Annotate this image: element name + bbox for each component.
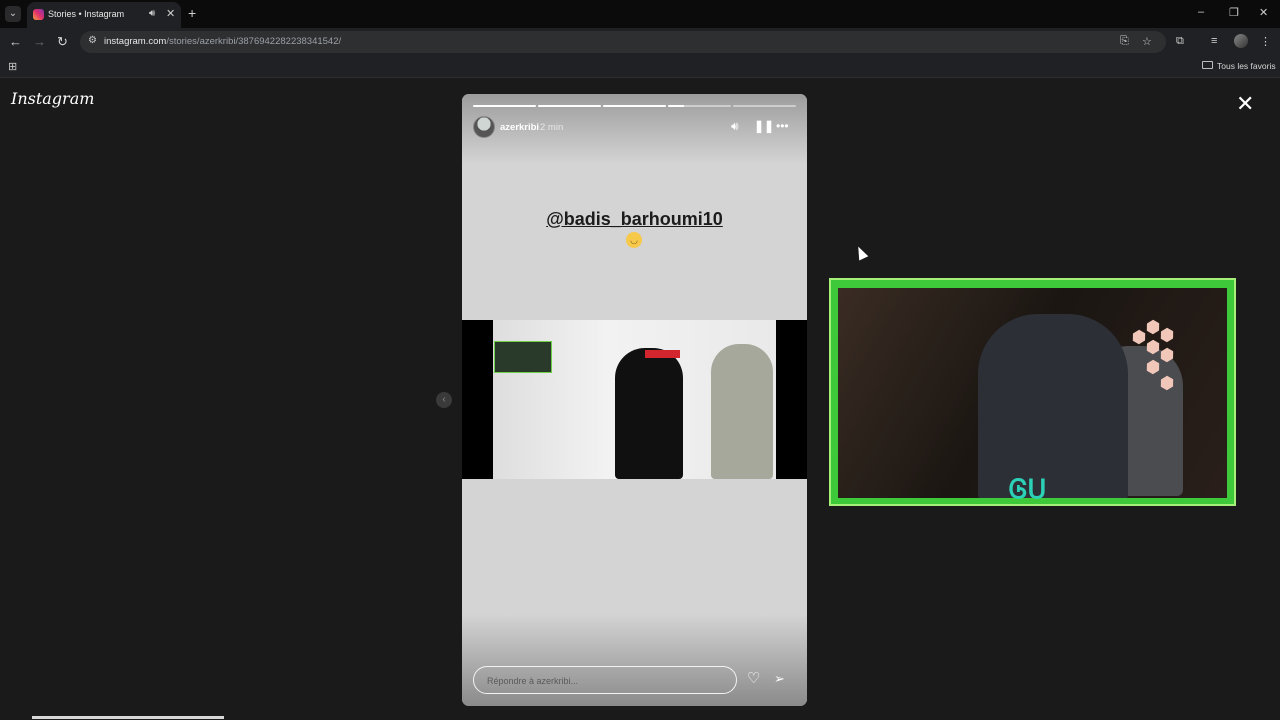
instagram-logo[interactable]: Instagram <box>11 89 94 108</box>
new-tab-button[interactable]: + <box>188 5 196 21</box>
instagram-favicon-icon <box>33 9 44 20</box>
hexagon-light <box>1157 325 1176 344</box>
address-bar[interactable]: ⚙ instagram.com/stories/azerkribi/387694… <box>80 31 1166 53</box>
send-icon[interactable]: ➢ <box>774 671 785 687</box>
previous-story-button[interactable]: ‹ <box>436 392 452 408</box>
more-icon[interactable]: ••• <box>776 118 789 134</box>
browser-toolbar: ← → ↻ ⚙ instagram.com/stories/azerkribi/… <box>0 28 1280 56</box>
scroll-indicator <box>32 716 224 719</box>
forward-arrow-icon[interactable]: → <box>33 34 46 50</box>
speaker-icon[interactable]: 🔊︎ <box>149 8 155 19</box>
progress-segment <box>603 105 666 107</box>
tab-title: Stories • Instagram <box>48 9 125 19</box>
window-close-button[interactable]: ✕ <box>1259 6 1268 19</box>
back-arrow-icon[interactable]: ← <box>9 34 22 50</box>
install-app-icon[interactable]: ⎘ <box>1120 35 1129 48</box>
progress-segment <box>473 105 536 107</box>
story-progress-bar <box>473 105 796 107</box>
heart-icon[interactable]: ♡ <box>747 671 760 687</box>
progress-segment <box>538 105 601 107</box>
blindfold <box>645 350 680 358</box>
reply-input[interactable]: Répondre à azerkribi... <box>473 666 737 694</box>
url-text: instagram.com/stories/azerkribi/38769422… <box>104 36 342 47</box>
site-info-icon[interactable]: ⚙ <box>88 35 97 46</box>
story-viewer[interactable]: azerkribi 2 min 🔊︎ ❚❚ ••• @badis_barhoum… <box>462 94 807 706</box>
hexagon-light <box>1143 317 1162 336</box>
webcam-thumbnail <box>494 341 552 373</box>
progress-fill <box>473 105 536 107</box>
tab-search-button[interactable]: ⌄ <box>5 6 21 22</box>
webcam-overlay: Ꮆᑌ <box>829 278 1236 506</box>
hexagon-light <box>1129 327 1148 346</box>
story-timestamp: 2 min <box>540 122 564 133</box>
reply-placeholder: Répondre à azerkribi... <box>487 676 579 686</box>
minimize-button[interactable]: – <box>1198 6 1204 18</box>
browser-menu-icon[interactable]: ⋮ <box>1260 35 1271 48</box>
streamer-image <box>978 314 1128 498</box>
extensions-icon[interactable]: ⧉ <box>1176 35 1184 48</box>
speaker-icon[interactable]: 🔊︎ <box>731 118 739 134</box>
close-stories-button[interactable]: ✕ <box>1236 92 1254 116</box>
avatar[interactable] <box>473 116 495 138</box>
folder-icon <box>1202 61 1213 69</box>
progress-segment <box>733 105 796 107</box>
story-video <box>462 320 807 479</box>
restore-button[interactable]: ❐ <box>1229 6 1239 19</box>
progress-fill <box>538 105 601 107</box>
progress-segment <box>668 105 731 107</box>
reload-icon[interactable]: ↻ <box>57 34 68 50</box>
browser-tab-bar: ⌄ Stories • Instagram 🔊︎ ✕ + – ❐ ✕ <box>0 0 1280 28</box>
pensive-emoji-icon: ◡ <box>626 232 642 248</box>
bookmark-star-icon[interactable]: ☆ <box>1142 35 1152 48</box>
instagram-stories-page: Instagram ✕ ‹ azerkribi 2 min 🔊︎ ❚❚ ••• … <box>0 80 1280 720</box>
profile-avatar[interactable] <box>1234 34 1248 48</box>
webcam-feed <box>838 288 1227 498</box>
all-bookmarks-link[interactable]: Tous les favoris <box>1217 61 1276 71</box>
story-username[interactable]: azerkribi <box>500 122 539 133</box>
apps-grid-icon[interactable]: ⊞ <box>8 60 17 73</box>
progress-fill <box>668 105 684 107</box>
pause-icon[interactable]: ❚❚ <box>754 118 774 134</box>
media-control-icon[interactable]: ≡ <box>1211 35 1217 47</box>
bookmarks-bar: ⊞ Tous les favoris <box>0 56 1280 78</box>
video-frame <box>493 320 776 479</box>
suited-person-image <box>711 344 773 479</box>
tab-close-button[interactable]: ✕ <box>166 7 175 20</box>
mention-sticker[interactable]: @badis_barhoumi10 <box>462 209 807 230</box>
progress-fill <box>603 105 666 107</box>
browser-tab[interactable]: Stories • Instagram 🔊︎ ✕ <box>27 2 181 28</box>
overlay-logo: Ꮆᑌ <box>1009 475 1047 505</box>
blindfolded-person-image <box>615 348 683 479</box>
